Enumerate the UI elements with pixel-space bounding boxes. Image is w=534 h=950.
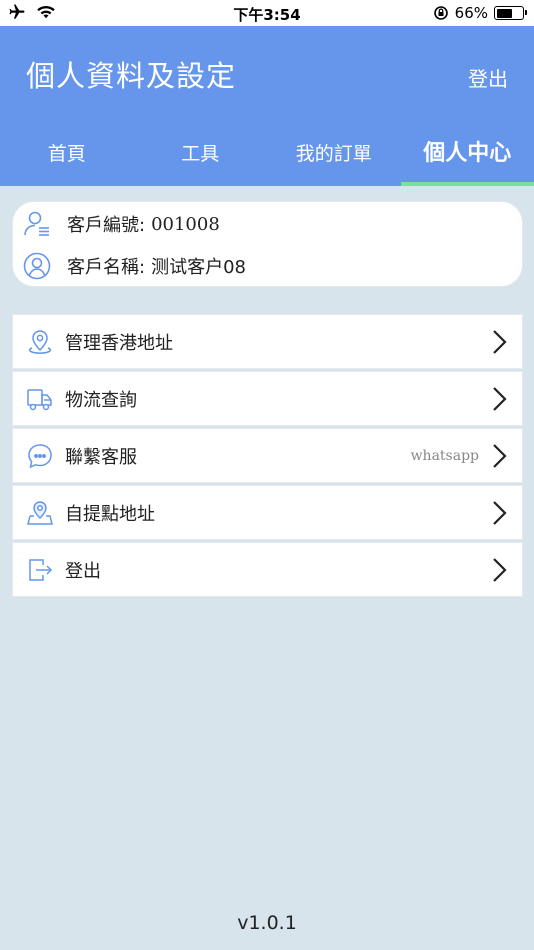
tab-tools[interactable]: 工具 bbox=[134, 134, 268, 186]
battery-icon bbox=[494, 6, 527, 20]
menu-item-label: 聯繫客服 bbox=[65, 446, 137, 468]
tab-home[interactable]: 首頁 bbox=[0, 134, 134, 186]
whatsapp-hint: whatsapp bbox=[410, 447, 479, 464]
customer-id-label: 客戶編號: bbox=[67, 215, 146, 236]
settings-menu: 管理香港地址 物流查詢 聯繫客服 whatsapp 自提點地址 登出 bbox=[12, 314, 523, 599]
chevron-right-icon bbox=[493, 387, 507, 411]
customer-name-label: 客戶名稱: bbox=[67, 257, 146, 278]
tab-personal-center[interactable]: 個人中心 bbox=[400, 134, 534, 186]
menu-item-manage-hk-address[interactable]: 管理香港地址 bbox=[12, 314, 523, 369]
tab-active-indicator bbox=[400, 182, 534, 186]
tab-my-orders[interactable]: 我的訂單 bbox=[267, 134, 401, 186]
menu-item-logistics-query[interactable]: 物流查詢 bbox=[12, 371, 523, 426]
menu-item-label: 登出 bbox=[65, 560, 101, 582]
chevron-right-icon bbox=[493, 501, 507, 525]
user-circle-icon bbox=[21, 250, 53, 282]
menu-item-label: 物流查詢 bbox=[65, 389, 137, 411]
status-bar: 下午3:54 66% bbox=[0, 0, 534, 26]
user-id-icon bbox=[21, 208, 53, 240]
header: 個人資料及設定 登出 首頁 工具 我的訂單 個人中心 bbox=[0, 26, 534, 186]
menu-item-label: 管理香港地址 bbox=[65, 332, 173, 354]
customer-id-row: 客戶編號: 001008 bbox=[13, 203, 220, 245]
chevron-right-icon bbox=[493, 444, 507, 468]
map-pin-icon bbox=[25, 498, 55, 528]
truck-icon bbox=[25, 384, 55, 414]
page-title: 個人資料及設定 bbox=[26, 59, 237, 93]
customer-id-value: 001008 bbox=[151, 213, 220, 235]
menu-item-pickup-point-address[interactable]: 自提點地址 bbox=[12, 485, 523, 540]
tab-bar: 首頁 工具 我的訂單 個人中心 bbox=[0, 134, 534, 186]
location-pin-icon bbox=[25, 327, 55, 357]
app-version: v1.0.1 bbox=[237, 912, 297, 934]
menu-item-label: 自提點地址 bbox=[65, 503, 155, 525]
logout-icon bbox=[25, 555, 55, 585]
battery-percent: 66% bbox=[454, 4, 488, 22]
header-logout-button[interactable]: 登出 bbox=[468, 63, 508, 92]
menu-item-contact-support[interactable]: 聯繫客服 whatsapp bbox=[12, 428, 523, 483]
profile-card: 客戶編號: 001008 客戶名稱: 测试客户08 bbox=[12, 201, 523, 287]
chevron-right-icon bbox=[493, 558, 507, 582]
menu-item-logout[interactable]: 登出 bbox=[12, 542, 523, 597]
customer-name-row: 客戶名稱: 测试客户08 bbox=[13, 245, 246, 287]
chevron-right-icon bbox=[493, 330, 507, 354]
customer-name-value: 测试客户08 bbox=[151, 257, 246, 278]
chat-bubble-icon bbox=[25, 441, 55, 471]
orientation-lock-icon bbox=[433, 6, 448, 20]
